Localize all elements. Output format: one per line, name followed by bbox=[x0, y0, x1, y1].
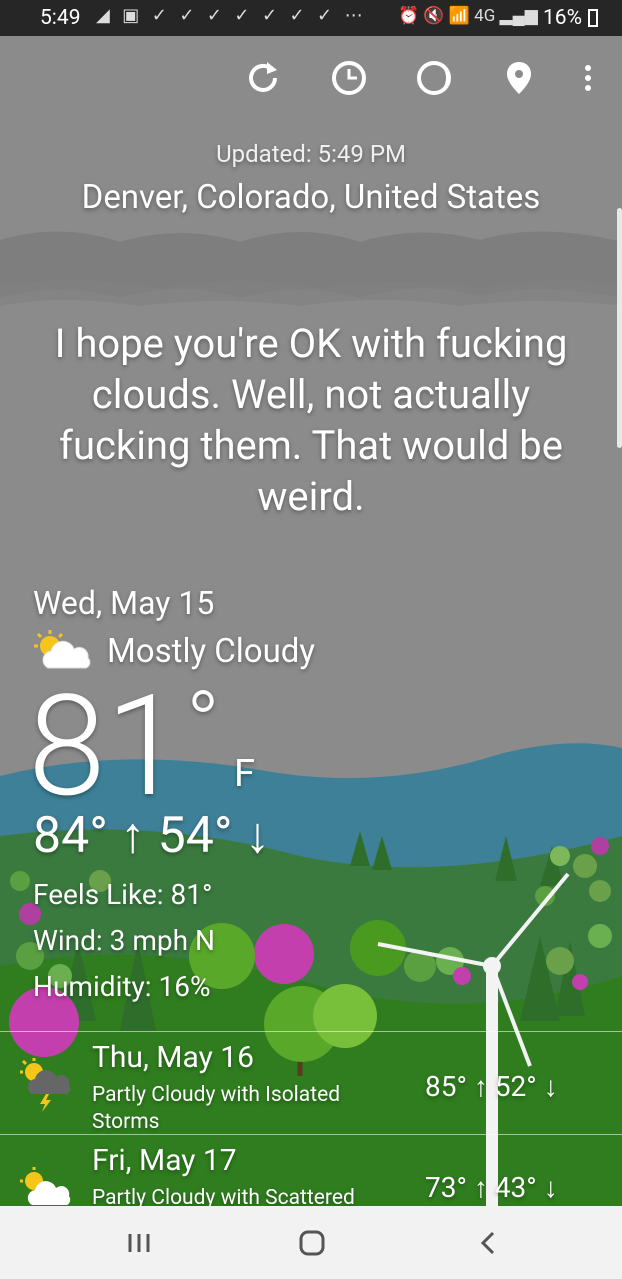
temperature-unit: F bbox=[234, 752, 256, 796]
high-low-temperature: 84° ↑ 54° ↓ bbox=[33, 807, 270, 865]
navigation-bar bbox=[0, 1206, 622, 1279]
forecast-row[interactable]: Fri, May 17 Partly Cloudy with Scattered… bbox=[0, 1134, 622, 1207]
degree-symbol: ° bbox=[186, 672, 221, 777]
notification-icons: ◢ ▣ ✓ ✓ ✓ ✓ ✓ ✓ ✓ ⋯ bbox=[96, 5, 367, 26]
location-name: Denver, Colorado, United States bbox=[81, 178, 541, 217]
refresh-icon[interactable] bbox=[243, 58, 283, 98]
partly-cloudy-icon bbox=[16, 1167, 78, 1207]
recent-apps-icon[interactable] bbox=[124, 1230, 154, 1256]
location-pin-icon[interactable] bbox=[499, 58, 539, 98]
forecast-description: Partly Cloudy with Scattered bbox=[92, 1186, 355, 1207]
humidity: Humidity: 16% bbox=[33, 970, 211, 1003]
status-bar: 5:49 ◢ ▣ ✓ ✓ ✓ ✓ ✓ ✓ ✓ ⋯ ⏰ 🔇 📶 4G ▂▄▆ 16… bbox=[0, 0, 622, 36]
forecast-temperatures: 73° ↑ 43° ↓ bbox=[425, 1171, 558, 1204]
forecast-temperatures: 85° ↑ 52° ↓ bbox=[425, 1070, 558, 1103]
forecast-row[interactable]: Thu, May 16 Partly Cloudy with Isolated … bbox=[0, 1031, 622, 1134]
forecast-date: Thu, May 16 bbox=[92, 1040, 254, 1075]
hourly-icon[interactable] bbox=[329, 58, 369, 98]
back-icon[interactable] bbox=[474, 1228, 504, 1258]
status-time: 5:49 bbox=[40, 6, 81, 30]
home-icon[interactable] bbox=[297, 1228, 327, 1258]
forecast-date: Fri, May 17 bbox=[92, 1143, 237, 1178]
last-updated: Updated: 5:49 PM bbox=[216, 140, 406, 168]
current-temperature: 81 bbox=[28, 665, 184, 829]
weather-quote: I hope you're OK with fucking clouds. We… bbox=[54, 320, 568, 520]
more-vert-icon[interactable] bbox=[572, 58, 604, 98]
forecast-description: Partly Cloudy with Isolated Storms bbox=[92, 1083, 341, 1134]
battery-level: 16% bbox=[543, 6, 582, 30]
battery-icon bbox=[588, 9, 598, 27]
feels-like: Feels Like: 81° bbox=[33, 878, 213, 911]
wind-speed: Wind: 3 mph N bbox=[33, 924, 215, 957]
system-icons: ⏰ 🔇 📶 4G ▂▄▆ bbox=[398, 6, 538, 26]
storm-icon bbox=[16, 1056, 78, 1114]
moon-phase-icon[interactable] bbox=[414, 58, 454, 98]
scrollbar[interactable] bbox=[617, 208, 622, 448]
current-date: Wed, May 15 bbox=[33, 584, 215, 622]
